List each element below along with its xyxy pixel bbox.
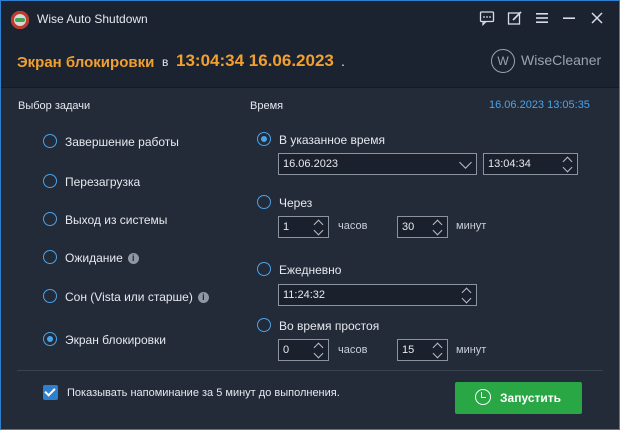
idle-hours-value: 0 — [283, 344, 290, 356]
menu-icon-glyph — [536, 13, 548, 23]
after-minutes-value: 30 — [402, 221, 415, 233]
title-bar: Wise Auto Shutdown — [1, 1, 619, 37]
info-icon[interactable]: i — [197, 292, 209, 303]
edit-icon-glyph — [507, 11, 522, 25]
time-radio-after[interactable] — [257, 195, 271, 209]
feedback-icon[interactable] — [478, 10, 496, 28]
brand-name: WiseCleaner — [521, 52, 602, 68]
chevron-down-icon — [459, 156, 472, 169]
time-radio-idle[interactable] — [257, 318, 271, 332]
task-label-sleep: Сон (Vista или старше) — [65, 290, 193, 304]
close-icon-glyph — [591, 12, 603, 24]
task-standby: Ожидание i — [65, 251, 139, 265]
reminder-label: Показывать напоминание за 5 минут до вып… — [67, 387, 340, 399]
spin-down-icon[interactable] — [432, 351, 444, 360]
task-label-shutdown: Завершение работы — [65, 135, 179, 149]
scheduled-time: 13:04:34 16.06.2023 — [176, 51, 334, 70]
task-label-standby: Ожидание — [65, 251, 123, 265]
header-trailing: . — [341, 53, 345, 69]
task-radio-logoff[interactable] — [43, 212, 57, 226]
daily-time-spinner[interactable]: 11:24:32 — [278, 284, 477, 306]
time-radio-specified[interactable] — [257, 132, 271, 146]
task-label-restart: Перезагрузка — [65, 175, 141, 189]
footer-divider — [17, 370, 603, 371]
window-title: Wise Auto Shutdown — [37, 12, 148, 26]
task-radio-restart[interactable] — [43, 174, 57, 188]
scheduled-task-name: Экран блокировки — [17, 54, 155, 71]
time-spinner-specified[interactable]: 13:04:34 — [483, 153, 578, 175]
after-hours-unit: часов — [338, 220, 368, 232]
time-radio-daily[interactable] — [257, 262, 271, 276]
time-section-label: Время — [250, 100, 284, 112]
date-value: 16.06.2023 — [283, 158, 339, 170]
app-window: Wise Auto Shutdown Экран блокировки в 13… — [0, 0, 620, 430]
time-label-idle: Во время простоя — [279, 319, 380, 333]
after-minutes-unit: минут — [456, 220, 487, 232]
task-section-label: Выбор задачи — [18, 100, 91, 112]
spin-down-icon[interactable] — [313, 351, 325, 360]
daily-time-value: 11:24:32 — [283, 289, 326, 301]
start-button[interactable]: Запустить — [455, 382, 582, 414]
scheduled-in-word: в — [162, 55, 169, 69]
time-label-after: Через — [279, 196, 313, 210]
time-value-specified: 13:04:34 — [488, 158, 531, 170]
start-button-label: Запустить — [500, 391, 561, 405]
spin-down-icon[interactable] — [461, 296, 473, 305]
idle-hours-unit: часов — [338, 344, 368, 356]
current-datetime: 16.06.2023 13:05:35 — [489, 99, 590, 111]
idle-hours-spinner[interactable]: 0 — [278, 339, 329, 361]
idle-minutes-value: 15 — [402, 344, 415, 356]
task-sleep: Сон (Vista или старше) i — [65, 290, 209, 304]
spin-down-icon[interactable] — [432, 228, 444, 237]
alarm-clock-icon — [475, 389, 491, 405]
spin-down-icon[interactable] — [313, 228, 325, 237]
task-label-lockscreen: Экран блокировки — [65, 333, 166, 347]
task-radio-standby[interactable] — [43, 250, 57, 264]
after-hours-value: 1 — [283, 221, 290, 233]
menu-icon[interactable] — [533, 10, 551, 28]
reminder-checkbox[interactable] — [43, 385, 58, 400]
minimize-icon-glyph — [563, 17, 575, 19]
after-hours-spinner[interactable]: 1 — [278, 216, 329, 238]
app-logo-icon — [11, 11, 29, 29]
minimize-icon[interactable] — [560, 10, 578, 28]
after-minutes-spinner[interactable]: 30 — [397, 216, 448, 238]
wisecleaner-logo-icon: W — [491, 49, 515, 73]
edit-icon[interactable] — [506, 10, 524, 28]
task-radio-sleep[interactable] — [43, 289, 57, 303]
time-label-specified: В указанное время — [279, 133, 385, 147]
task-label-logoff: Выход из системы — [65, 213, 168, 227]
idle-minutes-spinner[interactable]: 15 — [397, 339, 448, 361]
info-icon[interactable]: i — [127, 253, 139, 264]
close-icon[interactable] — [588, 10, 606, 28]
date-dropdown[interactable]: 16.06.2023 — [278, 153, 477, 175]
idle-minutes-unit: минут — [456, 344, 487, 356]
time-label-daily: Ежедневно — [279, 263, 342, 277]
feedback-icon-glyph — [479, 11, 495, 27]
spin-down-icon[interactable] — [562, 165, 574, 174]
status-header: Экран блокировки в 13:04:34 16.06.2023 .… — [1, 37, 619, 88]
task-radio-shutdown[interactable] — [43, 134, 57, 148]
task-radio-lockscreen[interactable] — [43, 332, 57, 346]
